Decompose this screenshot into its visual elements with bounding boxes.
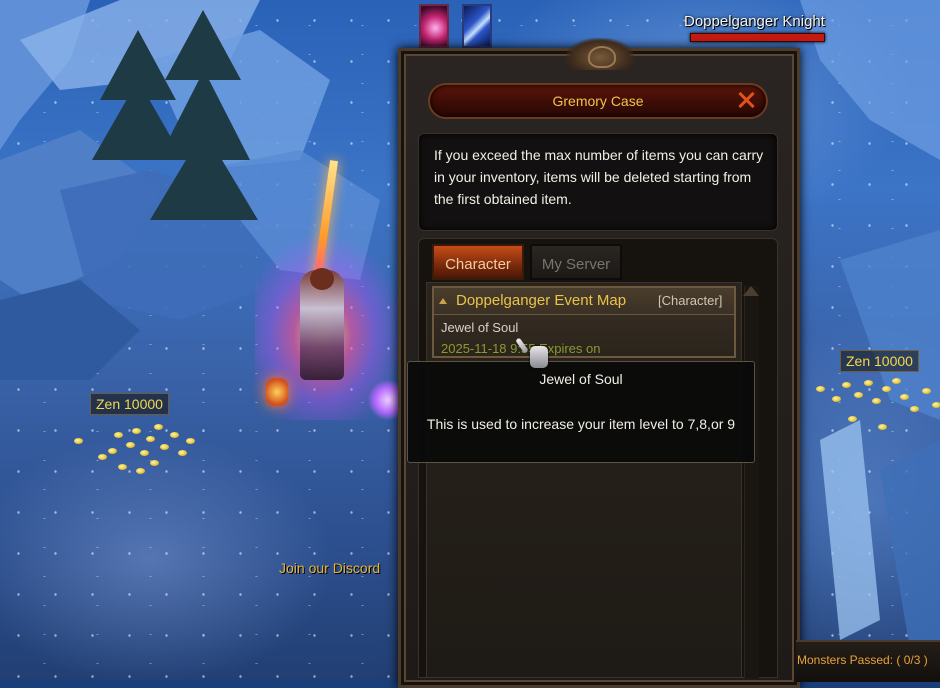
target-name: Doppelganger Knight <box>684 13 825 30</box>
player-lantern <box>266 378 288 406</box>
ice-right <box>800 0 940 650</box>
tab-my-server[interactable]: My Server <box>530 244 622 280</box>
list-scrollbar[interactable] <box>744 286 759 678</box>
panel-crest-ornament <box>566 38 634 70</box>
info-notice-text: If you exceed the max number of items yo… <box>434 147 764 207</box>
pine-tree <box>150 130 258 220</box>
zen-drop-label[interactable]: Zen 10000 <box>90 393 169 415</box>
panel-title: Gremory Case <box>552 93 644 109</box>
tooltip-description: This is used to increase your item level… <box>426 416 736 432</box>
item-category-tag: [Character] <box>658 293 723 308</box>
tooltip-title: Jewel of Soul <box>539 371 623 387</box>
zen-gold-pile[interactable] <box>812 376 940 440</box>
bullet-arrow-icon <box>439 298 447 304</box>
zen-gold-pile[interactable] <box>70 420 200 480</box>
player-head <box>310 268 334 290</box>
scroll-up-arrow-icon[interactable] <box>743 286 759 296</box>
monsters-passed-counter: Monsters Passed: ( 0/3 ) <box>797 653 928 667</box>
item-name: Jewel of Soul <box>441 320 519 335</box>
blue-blade-buff-icon[interactable] <box>462 4 492 48</box>
tab-character[interactable]: Character <box>432 244 524 280</box>
target-hp-bar <box>690 33 825 42</box>
item-event-name: Doppelganger Event Map <box>456 292 627 309</box>
pink-spiral-buff-icon[interactable] <box>419 4 449 48</box>
gauntlet-cursor-icon <box>524 336 548 370</box>
close-icon[interactable] <box>735 89 757 111</box>
discord-link[interactable]: Join our Discord <box>279 560 380 576</box>
zen-drop-label[interactable]: Zen 10000 <box>840 350 919 372</box>
